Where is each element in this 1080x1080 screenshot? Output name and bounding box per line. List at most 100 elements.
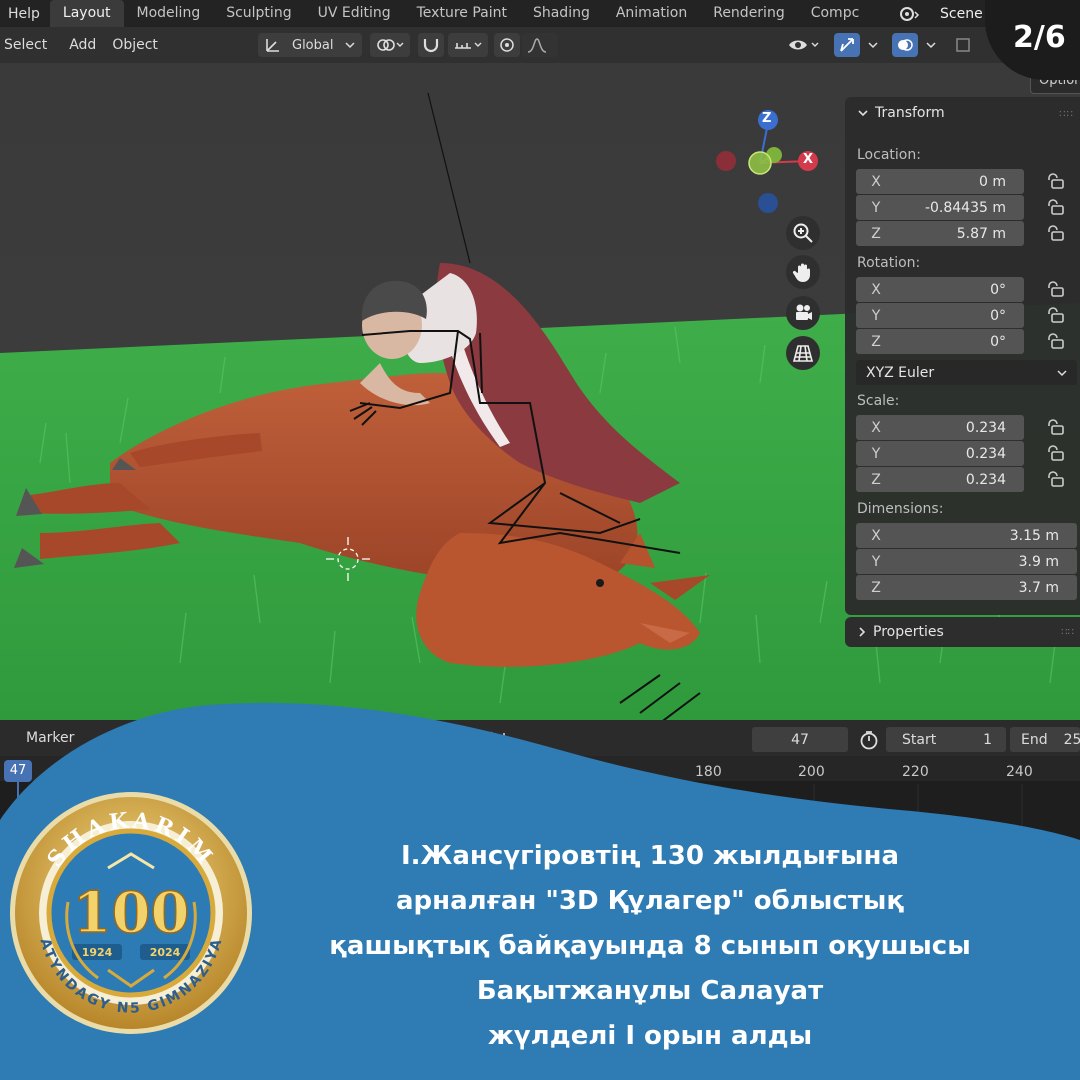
field-value: 0 m: [979, 173, 1006, 190]
end-frame-field[interactable]: End 25: [1010, 727, 1080, 752]
scale-x-field[interactable]: X 0.234: [856, 415, 1024, 440]
menu-select[interactable]: Select: [0, 37, 55, 53]
ruler-tick: 160: [592, 764, 619, 780]
tab-shading[interactable]: Shading: [520, 0, 603, 27]
gizmo-z-label[interactable]: Z: [762, 111, 771, 126]
field-value: 3.9 m: [1018, 553, 1059, 570]
menu-help[interactable]: Help: [0, 6, 50, 22]
dimensions-y-field[interactable]: Y 3.9 m: [856, 549, 1077, 574]
tab-uv-editing[interactable]: UV Editing: [305, 0, 404, 27]
rotation-mode-dropdown[interactable]: XYZ Euler: [856, 360, 1077, 385]
rotation-y-field[interactable]: Y 0°: [856, 303, 1024, 328]
tab-sculpting[interactable]: Sculpting: [213, 0, 304, 27]
drag-grip-icon[interactable]: ∷∷: [1061, 627, 1074, 638]
tab-layout[interactable]: Layout: [49, 0, 124, 27]
snap-toggle[interactable]: [418, 33, 444, 57]
overlays-icon: [898, 39, 913, 51]
tab-modeling[interactable]: Modeling: [124, 0, 214, 27]
menu-object[interactable]: Object: [104, 37, 166, 53]
visibility-dropdown[interactable]: [782, 33, 828, 57]
lock-icon[interactable]: [1046, 419, 1066, 435]
lock-icon[interactable]: [1046, 471, 1066, 487]
rotation-x-field[interactable]: X 0°: [856, 277, 1024, 302]
playback-controls[interactable]: [422, 729, 522, 749]
orientation-icon: [266, 39, 279, 52]
tab-animation[interactable]: Animation: [603, 0, 700, 27]
transform-orientation-dropdown[interactable]: Global: [258, 33, 362, 57]
end-value: 25: [1063, 731, 1080, 748]
perspective-toggle-button[interactable]: [786, 336, 820, 370]
drag-grip-icon[interactable]: ∷∷: [1059, 109, 1074, 120]
tab-texture-paint[interactable]: Texture Paint: [404, 0, 520, 27]
properties-panel-header[interactable]: Properties ∷∷: [845, 617, 1080, 647]
lock-icon[interactable]: [1046, 173, 1066, 189]
location-y-field[interactable]: Y -0.84435 m: [856, 195, 1024, 220]
lock-icon[interactable]: [1046, 225, 1066, 241]
caption-line: І.Жансүгіровтің 130 жылдығына: [400, 841, 900, 871]
axis-label: Z: [871, 225, 881, 242]
snap-target-dropdown[interactable]: [448, 33, 488, 57]
end-label: End: [1021, 731, 1048, 748]
caption-line: қашықтық байқауында 8 сынып оқушысы: [329, 931, 971, 961]
scale-z-field[interactable]: Z 0.234: [856, 467, 1024, 492]
lock-icon[interactable]: [1046, 307, 1066, 323]
scene-selector[interactable]: Scene: [898, 0, 983, 27]
dimensions-z-field[interactable]: Z 3.7 m: [856, 575, 1077, 600]
falloff-dropdown[interactable]: [522, 33, 558, 57]
pan-button[interactable]: [786, 255, 820, 289]
lock-icon[interactable]: [1046, 199, 1066, 215]
zoom-icon: [793, 223, 813, 243]
field-value: 0.234: [965, 445, 1006, 462]
rotation-z-field[interactable]: Z 0°: [856, 329, 1024, 354]
menu-add[interactable]: Add: [61, 37, 104, 53]
camera-view-button[interactable]: [786, 296, 820, 330]
lock-icon[interactable]: [1046, 281, 1066, 297]
badge-year-right: 2024: [150, 946, 181, 959]
tab-rendering[interactable]: Rendering: [700, 0, 798, 27]
scale-y-field[interactable]: Y 0.234: [856, 441, 1024, 466]
transform-panel-header[interactable]: Transform: [857, 105, 945, 121]
falloff-curve-icon: [527, 38, 547, 53]
dimensions-x-field[interactable]: X 3.15 m: [856, 523, 1077, 548]
properties-label: Properties: [873, 624, 944, 640]
stopwatch-icon[interactable]: [858, 729, 880, 751]
rotation-mode-label: XYZ Euler: [866, 364, 935, 381]
tab-compositing[interactable]: Compc: [798, 0, 873, 27]
lock-icon[interactable]: [1046, 333, 1066, 349]
current-frame-value: 47: [791, 731, 809, 748]
proportional-editing-toggle[interactable]: [494, 33, 520, 57]
axis-label: Y: [871, 445, 881, 462]
menu-marker[interactable]: Marker: [26, 730, 74, 746]
transform-title: Transform: [875, 105, 945, 121]
playhead-indicator[interactable]: 47: [4, 760, 32, 782]
scene-icon: [900, 6, 920, 21]
chevron-down-icon: [1057, 369, 1067, 376]
field-value: 0°: [990, 281, 1006, 298]
start-frame-field[interactable]: Start 1: [886, 727, 1006, 752]
xray-toggle[interactable]: [950, 33, 976, 57]
chevron-down-icon: [868, 42, 878, 49]
axis-label: X: [871, 419, 881, 436]
chevron-down-icon: [345, 42, 356, 49]
caption-line: жүлделі І орын алды: [487, 1021, 813, 1051]
overlays-toggle[interactable]: [892, 33, 918, 57]
pivot-point-dropdown[interactable]: [370, 33, 410, 57]
magnet-icon: [423, 39, 439, 53]
location-z-field[interactable]: Z 5.87 m: [856, 221, 1024, 246]
overlays-dropdown[interactable]: [920, 33, 942, 57]
orientation-label: Global: [292, 37, 334, 53]
current-frame-field[interactable]: 47: [752, 727, 848, 752]
lock-icon[interactable]: [1046, 445, 1066, 461]
location-x-field[interactable]: X 0 m: [856, 169, 1024, 194]
axis-label: Y: [871, 199, 881, 216]
ruler-tick: 200: [798, 764, 825, 780]
chevron-down-icon: [858, 110, 868, 117]
axis-label: X: [871, 527, 881, 544]
gizmo-x-label[interactable]: X: [803, 152, 813, 167]
zoom-button[interactable]: [786, 216, 820, 250]
gizmo-toggle[interactable]: [834, 33, 860, 57]
field-value: 5.87 m: [956, 225, 1006, 242]
xray-icon: [956, 38, 970, 52]
gizmo-dropdown[interactable]: [862, 33, 884, 57]
axis-label: Z: [871, 471, 881, 488]
